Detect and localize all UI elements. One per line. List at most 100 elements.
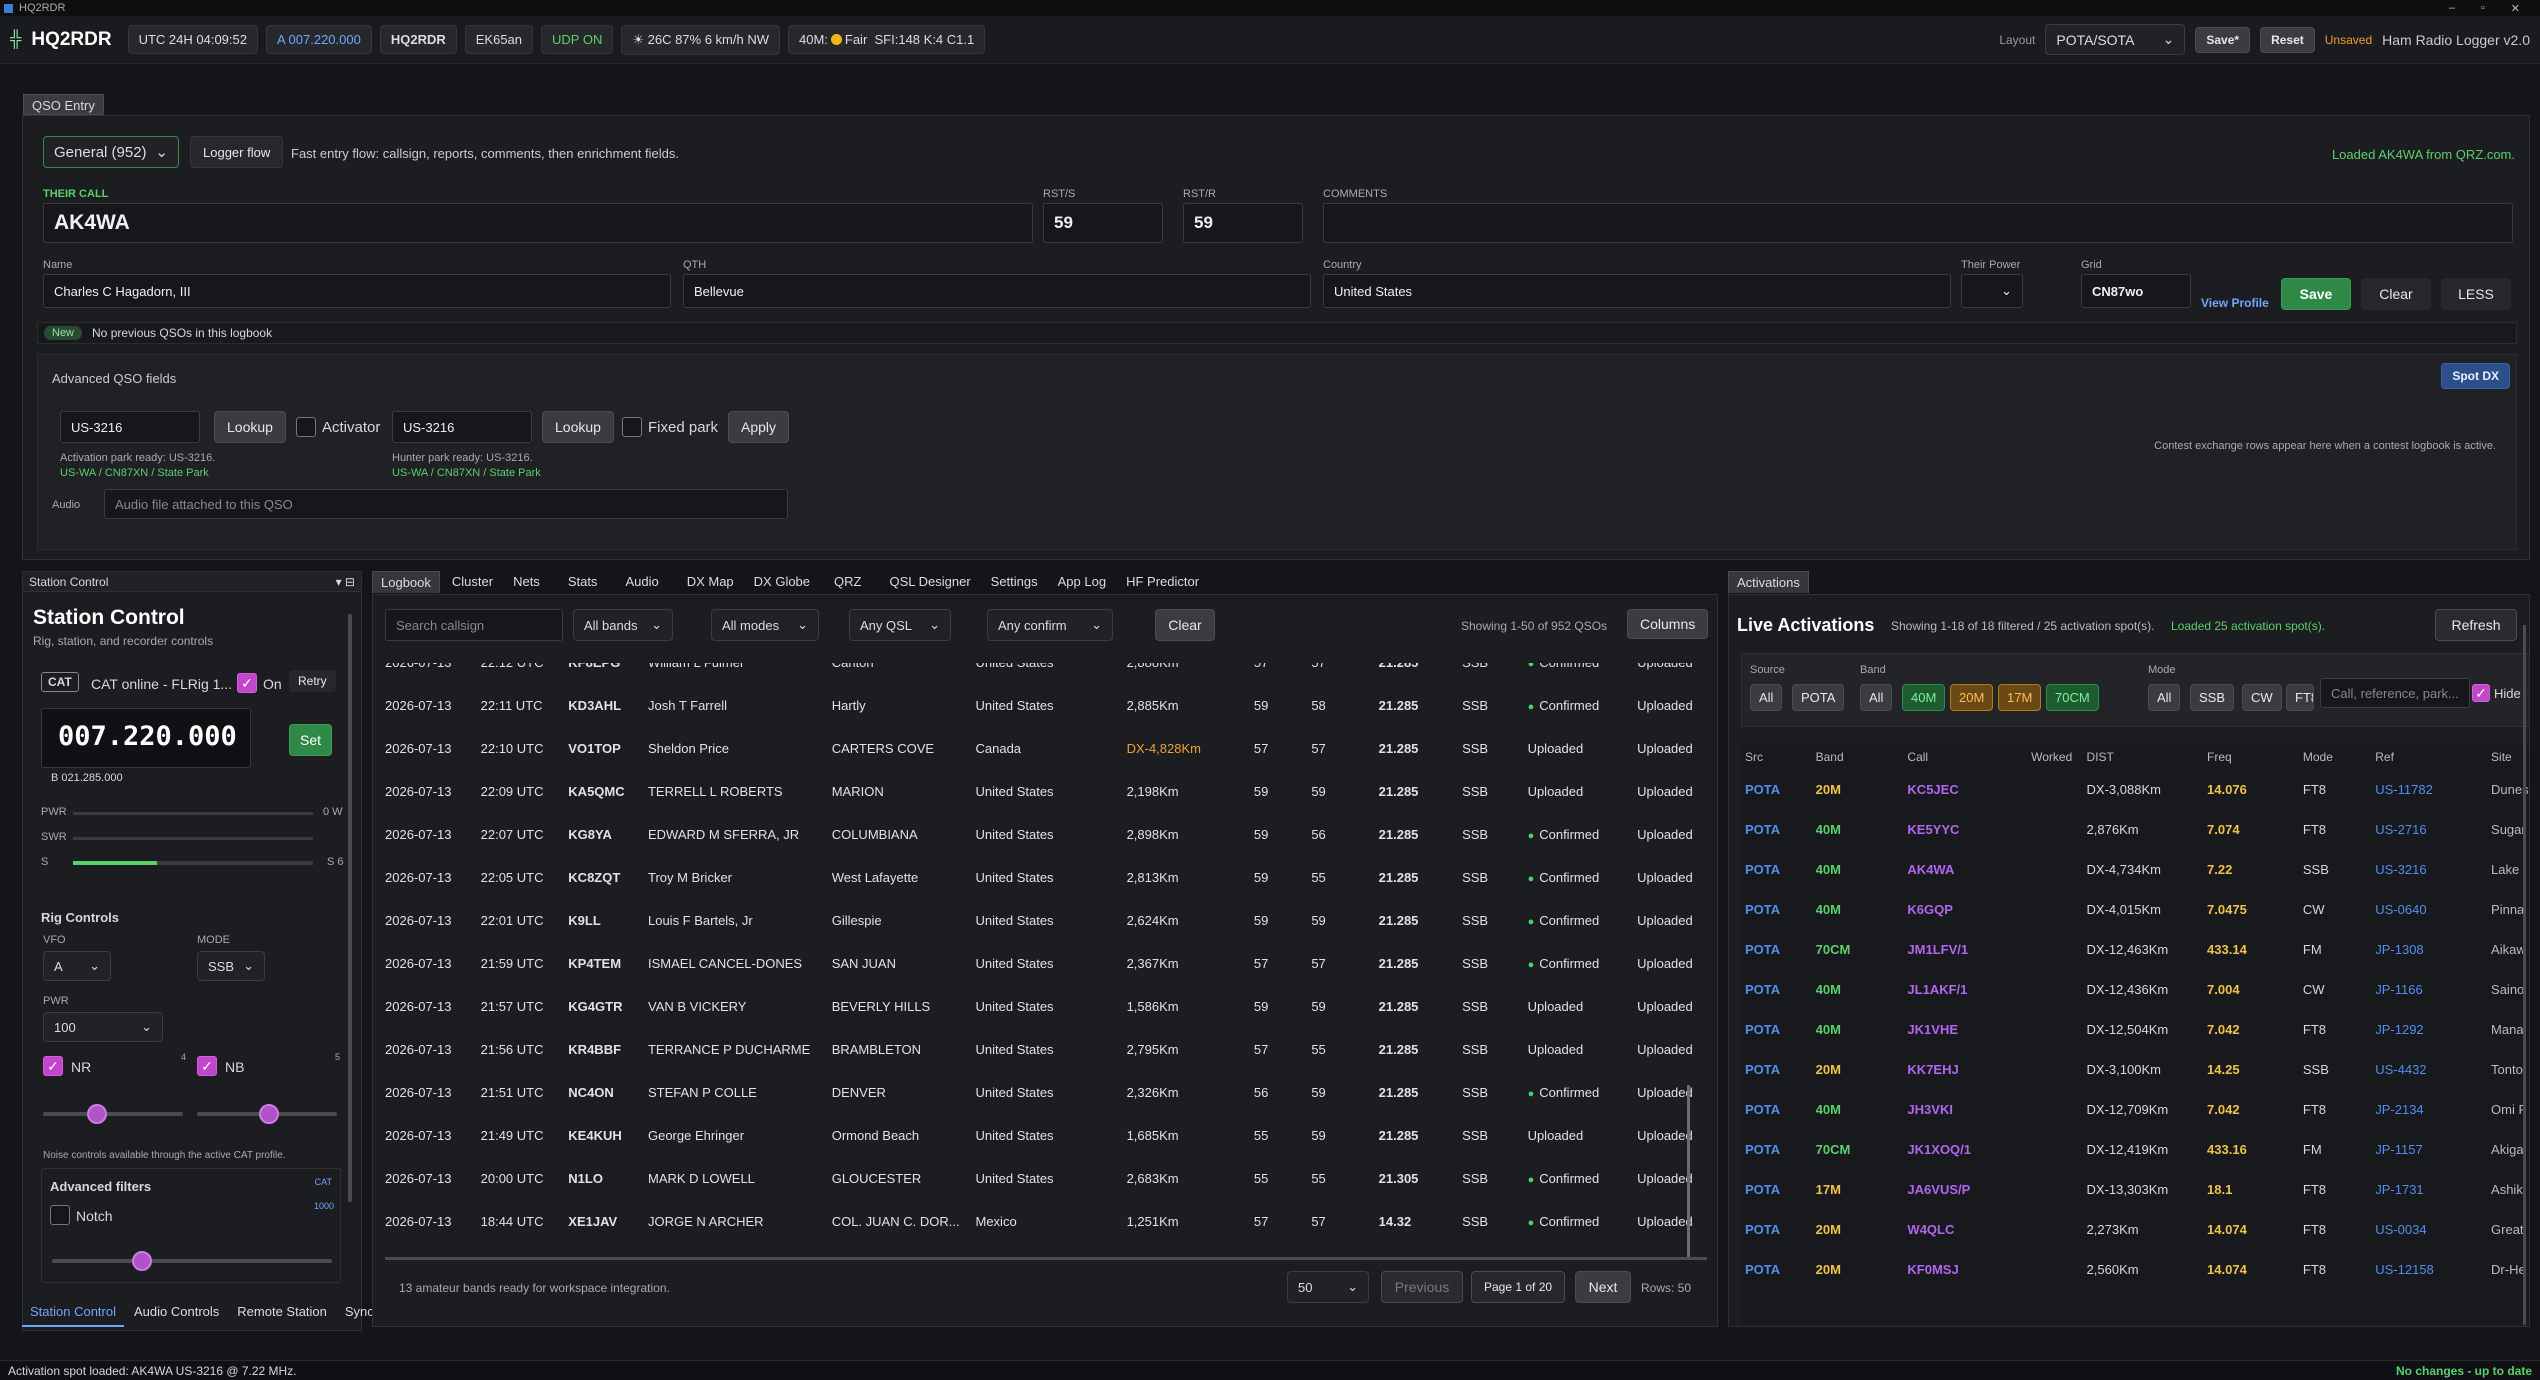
grid-input[interactable]: CN87wo bbox=[2081, 274, 2191, 308]
view-profile-link[interactable]: View Profile bbox=[2201, 296, 2269, 310]
qsl-filter-select[interactable]: Any QSL ⌄ bbox=[849, 609, 951, 641]
maximize-icon[interactable]: ▫ bbox=[2481, 2, 2485, 15]
qso-call[interactable]: KP4TEM bbox=[568, 942, 648, 985]
qth-input[interactable]: Bellevue bbox=[683, 274, 1311, 308]
spot-reference[interactable]: US-12158 bbox=[2375, 1249, 2491, 1289]
clear-filters-button[interactable]: Clear bbox=[1155, 609, 1215, 641]
power-select[interactable]: 100 ⌄ bbox=[43, 1012, 163, 1042]
list-item[interactable]: POTA 20M KK7EHJ DX-3,100Km 14.25 SSB US-4432 To… bbox=[1745, 1049, 2529, 1089]
tab-cluster[interactable]: Cluster bbox=[444, 571, 501, 593]
less-button[interactable]: LESS bbox=[2441, 278, 2511, 310]
logbook-select[interactable]: General (952) ⌄ bbox=[43, 136, 179, 168]
fixed-park-checkbox[interactable] bbox=[622, 417, 642, 437]
spot-reference[interactable]: JP-2134 bbox=[2375, 1089, 2491, 1129]
column-header[interactable]: Ref bbox=[2375, 745, 2491, 769]
list-item[interactable]: POTA 40M AK4WA DX-4,734Km 7.22 SSB US-3216 Lake bbox=[1745, 849, 2529, 889]
table-row[interactable]: 2026-07-13 21:51 UTC NC4ON STEFAN P COLLE DE… bbox=[385, 1071, 1707, 1114]
columns-button[interactable]: Columns bbox=[1627, 609, 1709, 639]
qso-call[interactable]: KG4GTR bbox=[568, 985, 648, 1028]
spot-reference[interactable]: US-11782 bbox=[2375, 769, 2491, 809]
tab-activations[interactable]: Activations bbox=[1728, 571, 1809, 593]
spot-reference[interactable]: US-3216 bbox=[2375, 849, 2491, 889]
logbook-vscroll[interactable] bbox=[1687, 1085, 1690, 1257]
table-row[interactable]: 2026-07-13 21:57 UTC KG4GTR VAN B VICKERY BE… bbox=[385, 985, 1707, 1028]
mode-ssb-button[interactable]: SSB bbox=[2190, 684, 2235, 711]
spot-reference[interactable]: JP-1166 bbox=[2375, 969, 2491, 1009]
vfo-select[interactable]: A ⌄ bbox=[43, 951, 111, 981]
band-filter-select[interactable]: All bands ⌄ bbox=[573, 609, 673, 641]
list-item[interactable]: POTA 20M KF0MSJ 2,560Km 14.074 FT8 US-12158 Dr-… bbox=[1745, 1249, 2529, 1289]
spot-call[interactable]: K6GQP bbox=[1907, 889, 2031, 929]
list-item[interactable]: POTA 17M JA6VUS/P DX-13,303Km 18.1 FT8 JP-1731… bbox=[1745, 1169, 2529, 1209]
spot-reference[interactable]: JP-1292 bbox=[2375, 1009, 2491, 1049]
qso-call[interactable]: KC8ZQT bbox=[568, 856, 648, 899]
nr-slider-handle[interactable] bbox=[87, 1104, 107, 1124]
qso-call[interactable]: KG8YA bbox=[568, 813, 648, 856]
column-header[interactable]: Src bbox=[1745, 745, 1816, 769]
band-70cm-button[interactable]: 70CM bbox=[2046, 684, 2099, 711]
spot-call[interactable]: JK1XOQ/1 bbox=[1907, 1129, 2031, 1169]
spot-reference[interactable]: US-4432 bbox=[2375, 1049, 2491, 1089]
tab-hf-predictor[interactable]: HF Predictor bbox=[1118, 571, 1207, 593]
table-row[interactable]: 2026-07-13 22:10 UTC VO1TOP Sheldon Price CA… bbox=[385, 727, 1707, 770]
spot-call[interactable]: JA6VUS/P bbox=[1907, 1169, 2031, 1209]
tab-qsl-designer[interactable]: QSL Designer bbox=[881, 571, 978, 593]
layout-select[interactable]: POTA/SOTA ⌄ bbox=[2045, 24, 2186, 55]
refresh-activations-button[interactable]: Refresh bbox=[2435, 609, 2517, 641]
qso-call[interactable]: KE4KUH bbox=[568, 1114, 648, 1157]
tab-logbook[interactable]: Logbook bbox=[372, 571, 440, 593]
rstr-input[interactable]: 59 bbox=[1183, 203, 1303, 243]
notch-slider[interactable] bbox=[52, 1251, 332, 1271]
name-input[interactable]: Charles C Hagadorn, III bbox=[43, 274, 671, 308]
mode-select[interactable]: SSB ⌄ bbox=[197, 951, 265, 981]
list-item[interactable]: POTA 20M W4QLC 2,273Km 14.074 FT8 US-0034 Great bbox=[1745, 1209, 2529, 1249]
minimize-icon[interactable]: – bbox=[2449, 2, 2455, 15]
table-row[interactable]: 2026-07-13 21:49 UTC KE4KUH George Ehringer… bbox=[385, 1114, 1707, 1157]
tab-dx-map[interactable]: DX Map bbox=[679, 571, 742, 593]
qso-call[interactable]: KF8EPG bbox=[568, 663, 648, 684]
spot-reference[interactable]: US-0640 bbox=[2375, 889, 2491, 929]
tab-app-log[interactable]: App Log bbox=[1050, 571, 1114, 593]
spot-call[interactable]: KE5YYC bbox=[1907, 809, 2031, 849]
previous-page-button[interactable]: Previous bbox=[1381, 1271, 1463, 1303]
nr-checkbox[interactable]: ✓ bbox=[43, 1056, 63, 1076]
qso-call[interactable]: KD3AHL bbox=[568, 684, 648, 727]
tab-nets[interactable]: Nets bbox=[505, 571, 548, 593]
cat-retry-button[interactable]: Retry bbox=[289, 670, 336, 692]
list-item[interactable]: POTA 40M KE5YYC 2,876Km 7.074 FT8 US-2716 Sugar bbox=[1745, 809, 2529, 849]
page-size-select[interactable]: 50 ⌄ bbox=[1287, 1271, 1369, 1303]
column-header[interactable]: Call bbox=[1907, 745, 2031, 769]
spot-call[interactable]: KC5JEC bbox=[1907, 769, 2031, 809]
tab-audio-controls[interactable]: Audio Controls bbox=[126, 1301, 227, 1327]
spot-reference[interactable]: JP-1308 bbox=[2375, 929, 2491, 969]
country-input[interactable]: United States bbox=[1323, 274, 1951, 308]
audio-file-input[interactable]: Audio file attached to this QSO bbox=[104, 489, 788, 519]
spot-call[interactable]: JK1VHE bbox=[1907, 1009, 2031, 1049]
mode-ft8-button[interactable]: FT8 bbox=[2286, 684, 2314, 711]
column-header[interactable]: Freq bbox=[2207, 745, 2303, 769]
spot-call[interactable]: JM1LFV/1 bbox=[1907, 929, 2031, 969]
tab-stats[interactable]: Stats bbox=[560, 571, 606, 593]
nr-slider[interactable] bbox=[43, 1104, 183, 1124]
table-row[interactable]: 2026-07-13 21:56 UTC KR4BBF TERRANCE P DUCH… bbox=[385, 1028, 1707, 1071]
spot-call[interactable]: KF0MSJ bbox=[1907, 1249, 2031, 1289]
list-item[interactable]: POTA 40M JH3VKI DX-12,709Km 7.042 FT8 JP-2134 O… bbox=[1745, 1089, 2529, 1129]
qso-call[interactable]: K9LL bbox=[568, 899, 648, 942]
table-row[interactable]: 2026-07-13 22:09 UTC KA5QMC TERRELL L ROBER… bbox=[385, 770, 1707, 813]
list-item[interactable]: POTA 70CM JM1LFV/1 DX-12,463Km 433.14 FM JP-13… bbox=[1745, 929, 2529, 969]
column-header[interactable]: Mode bbox=[2303, 745, 2375, 769]
table-row[interactable]: 2026-07-13 22:01 UTC K9LL Louis F Bartels, … bbox=[385, 899, 1707, 942]
tab-settings[interactable]: Settings bbox=[983, 571, 1046, 593]
tab-qrz[interactable]: QRZ bbox=[826, 571, 869, 593]
tab-remote-station[interactable]: Remote Station bbox=[229, 1301, 335, 1327]
tab-audio[interactable]: Audio bbox=[617, 571, 666, 593]
rsts-input[interactable]: 59 bbox=[1043, 203, 1163, 243]
cat-on-checkbox[interactable]: ✓ bbox=[237, 673, 257, 693]
reset-layout-button[interactable]: Reset bbox=[2260, 26, 2315, 53]
list-item[interactable]: POTA 40M JK1VHE DX-12,504Km 7.042 FT8 JP-1292 M… bbox=[1745, 1009, 2529, 1049]
column-header[interactable]: Band bbox=[1816, 745, 1908, 769]
logbook-search-input[interactable]: Search callsign bbox=[385, 609, 563, 641]
tab-station-control[interactable]: Station Control bbox=[22, 1301, 124, 1327]
spot-reference[interactable]: US-2716 bbox=[2375, 809, 2491, 849]
table-row[interactable]: 2026-07-13 18:44 UTC XE1JAV JORGE N ARCHER C… bbox=[385, 1200, 1707, 1243]
